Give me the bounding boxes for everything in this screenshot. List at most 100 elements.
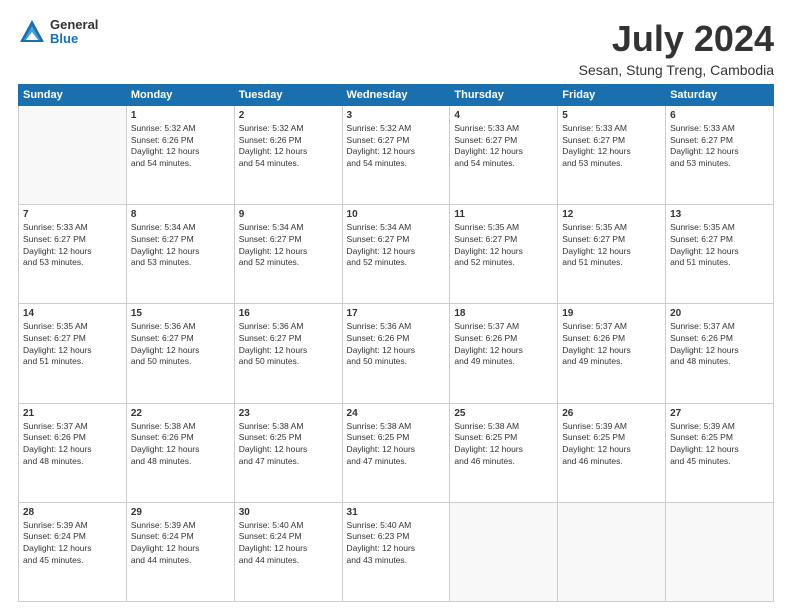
day-number: 22 [131, 407, 230, 420]
day-cell: 18Sunrise: 5:37 AMSunset: 6:26 PMDayligh… [450, 304, 558, 403]
day-cell: 13Sunrise: 5:35 AMSunset: 6:27 PMDayligh… [666, 205, 774, 304]
day-number: 12 [562, 208, 661, 221]
day-info: Sunrise: 5:39 AMSunset: 6:25 PMDaylight:… [562, 421, 631, 466]
week-row-3: 14Sunrise: 5:35 AMSunset: 6:27 PMDayligh… [19, 304, 774, 403]
days-of-week-row: SundayMondayTuesdayWednesdayThursdayFrid… [19, 85, 774, 106]
subtitle: Sesan, Stung Treng, Cambodia [579, 62, 774, 78]
day-cell: 30Sunrise: 5:40 AMSunset: 6:24 PMDayligh… [234, 502, 342, 601]
day-of-week-saturday: Saturday [666, 85, 774, 106]
day-cell: 23Sunrise: 5:38 AMSunset: 6:25 PMDayligh… [234, 403, 342, 502]
day-number: 26 [562, 407, 661, 420]
day-cell [450, 502, 558, 601]
day-number: 21 [23, 407, 122, 420]
day-number: 17 [347, 307, 446, 320]
day-cell: 17Sunrise: 5:36 AMSunset: 6:26 PMDayligh… [342, 304, 450, 403]
day-cell: 9Sunrise: 5:34 AMSunset: 6:27 PMDaylight… [234, 205, 342, 304]
day-info: Sunrise: 5:33 AMSunset: 6:27 PMDaylight:… [454, 123, 523, 168]
day-number: 30 [239, 506, 338, 519]
day-cell: 3Sunrise: 5:32 AMSunset: 6:27 PMDaylight… [342, 106, 450, 205]
day-cell: 8Sunrise: 5:34 AMSunset: 6:27 PMDaylight… [126, 205, 234, 304]
day-number: 31 [347, 506, 446, 519]
day-cell: 14Sunrise: 5:35 AMSunset: 6:27 PMDayligh… [19, 304, 127, 403]
day-cell: 2Sunrise: 5:32 AMSunset: 6:26 PMDaylight… [234, 106, 342, 205]
week-row-1: 1Sunrise: 5:32 AMSunset: 6:26 PMDaylight… [19, 106, 774, 205]
day-info: Sunrise: 5:36 AMSunset: 6:27 PMDaylight:… [131, 321, 200, 366]
day-cell: 28Sunrise: 5:39 AMSunset: 6:24 PMDayligh… [19, 502, 127, 601]
day-info: Sunrise: 5:38 AMSunset: 6:26 PMDaylight:… [131, 421, 200, 466]
day-cell: 26Sunrise: 5:39 AMSunset: 6:25 PMDayligh… [558, 403, 666, 502]
logo-blue: Blue [50, 32, 98, 46]
main-title: July 2024 [579, 18, 774, 60]
day-cell: 27Sunrise: 5:39 AMSunset: 6:25 PMDayligh… [666, 403, 774, 502]
day-info: Sunrise: 5:32 AMSunset: 6:26 PMDaylight:… [131, 123, 200, 168]
day-number: 11 [454, 208, 553, 221]
logo-text: General Blue [50, 18, 98, 47]
day-number: 16 [239, 307, 338, 320]
day-info: Sunrise: 5:37 AMSunset: 6:26 PMDaylight:… [670, 321, 739, 366]
day-number: 1 [131, 109, 230, 122]
day-number: 5 [562, 109, 661, 122]
day-cell: 7Sunrise: 5:33 AMSunset: 6:27 PMDaylight… [19, 205, 127, 304]
day-info: Sunrise: 5:38 AMSunset: 6:25 PMDaylight:… [347, 421, 416, 466]
day-info: Sunrise: 5:33 AMSunset: 6:27 PMDaylight:… [562, 123, 631, 168]
week-row-2: 7Sunrise: 5:33 AMSunset: 6:27 PMDaylight… [19, 205, 774, 304]
day-number: 13 [670, 208, 769, 221]
day-cell: 5Sunrise: 5:33 AMSunset: 6:27 PMDaylight… [558, 106, 666, 205]
calendar-body: 1Sunrise: 5:32 AMSunset: 6:26 PMDaylight… [19, 106, 774, 602]
page: General Blue July 2024 Sesan, Stung Tren… [0, 0, 792, 612]
day-cell: 31Sunrise: 5:40 AMSunset: 6:23 PMDayligh… [342, 502, 450, 601]
day-number: 19 [562, 307, 661, 320]
day-info: Sunrise: 5:32 AMSunset: 6:26 PMDaylight:… [239, 123, 308, 168]
day-cell: 24Sunrise: 5:38 AMSunset: 6:25 PMDayligh… [342, 403, 450, 502]
day-cell: 22Sunrise: 5:38 AMSunset: 6:26 PMDayligh… [126, 403, 234, 502]
day-number: 15 [131, 307, 230, 320]
day-info: Sunrise: 5:33 AMSunset: 6:27 PMDaylight:… [23, 222, 92, 267]
day-cell: 21Sunrise: 5:37 AMSunset: 6:26 PMDayligh… [19, 403, 127, 502]
day-number: 9 [239, 208, 338, 221]
day-info: Sunrise: 5:39 AMSunset: 6:24 PMDaylight:… [23, 520, 92, 565]
day-info: Sunrise: 5:37 AMSunset: 6:26 PMDaylight:… [454, 321, 523, 366]
day-info: Sunrise: 5:34 AMSunset: 6:27 PMDaylight:… [239, 222, 308, 267]
day-info: Sunrise: 5:37 AMSunset: 6:26 PMDaylight:… [562, 321, 631, 366]
week-row-5: 28Sunrise: 5:39 AMSunset: 6:24 PMDayligh… [19, 502, 774, 601]
day-cell [558, 502, 666, 601]
day-info: Sunrise: 5:37 AMSunset: 6:26 PMDaylight:… [23, 421, 92, 466]
logo-icon [18, 18, 46, 46]
day-number: 23 [239, 407, 338, 420]
day-cell: 12Sunrise: 5:35 AMSunset: 6:27 PMDayligh… [558, 205, 666, 304]
day-info: Sunrise: 5:38 AMSunset: 6:25 PMDaylight:… [239, 421, 308, 466]
day-number: 8 [131, 208, 230, 221]
day-of-week-friday: Friday [558, 85, 666, 106]
day-cell: 16Sunrise: 5:36 AMSunset: 6:27 PMDayligh… [234, 304, 342, 403]
day-info: Sunrise: 5:40 AMSunset: 6:23 PMDaylight:… [347, 520, 416, 565]
day-info: Sunrise: 5:39 AMSunset: 6:24 PMDaylight:… [131, 520, 200, 565]
day-info: Sunrise: 5:33 AMSunset: 6:27 PMDaylight:… [670, 123, 739, 168]
calendar-header: SundayMondayTuesdayWednesdayThursdayFrid… [19, 85, 774, 106]
day-number: 4 [454, 109, 553, 122]
day-info: Sunrise: 5:35 AMSunset: 6:27 PMDaylight:… [562, 222, 631, 267]
day-info: Sunrise: 5:35 AMSunset: 6:27 PMDaylight:… [670, 222, 739, 267]
day-info: Sunrise: 5:32 AMSunset: 6:27 PMDaylight:… [347, 123, 416, 168]
day-cell [666, 502, 774, 601]
day-number: 25 [454, 407, 553, 420]
day-number: 24 [347, 407, 446, 420]
day-info: Sunrise: 5:35 AMSunset: 6:27 PMDaylight:… [454, 222, 523, 267]
day-info: Sunrise: 5:38 AMSunset: 6:25 PMDaylight:… [454, 421, 523, 466]
day-number: 29 [131, 506, 230, 519]
day-cell [19, 106, 127, 205]
day-number: 28 [23, 506, 122, 519]
day-cell: 11Sunrise: 5:35 AMSunset: 6:27 PMDayligh… [450, 205, 558, 304]
day-cell: 4Sunrise: 5:33 AMSunset: 6:27 PMDaylight… [450, 106, 558, 205]
day-info: Sunrise: 5:40 AMSunset: 6:24 PMDaylight:… [239, 520, 308, 565]
day-cell: 15Sunrise: 5:36 AMSunset: 6:27 PMDayligh… [126, 304, 234, 403]
calendar: SundayMondayTuesdayWednesdayThursdayFrid… [18, 84, 774, 602]
day-info: Sunrise: 5:35 AMSunset: 6:27 PMDaylight:… [23, 321, 92, 366]
day-number: 14 [23, 307, 122, 320]
day-cell: 1Sunrise: 5:32 AMSunset: 6:26 PMDaylight… [126, 106, 234, 205]
day-cell: 20Sunrise: 5:37 AMSunset: 6:26 PMDayligh… [666, 304, 774, 403]
day-number: 18 [454, 307, 553, 320]
day-cell: 19Sunrise: 5:37 AMSunset: 6:26 PMDayligh… [558, 304, 666, 403]
day-info: Sunrise: 5:34 AMSunset: 6:27 PMDaylight:… [131, 222, 200, 267]
day-number: 6 [670, 109, 769, 122]
logo: General Blue [18, 18, 98, 47]
